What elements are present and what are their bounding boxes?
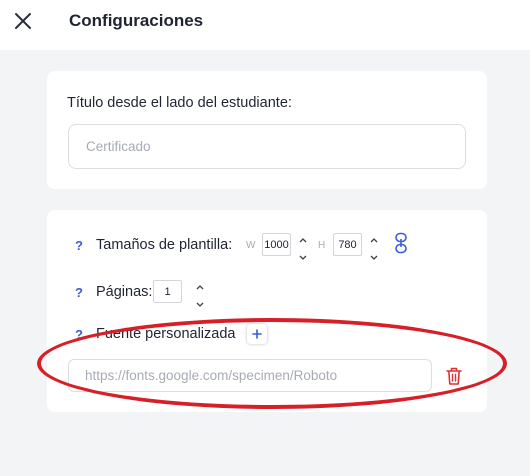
width-stepper[interactable] bbox=[297, 232, 309, 260]
link-icon[interactable] bbox=[393, 232, 409, 254]
width-input[interactable]: 1000 bbox=[262, 233, 291, 256]
height-input[interactable]: 780 bbox=[333, 233, 362, 256]
help-icon-font[interactable]: ? bbox=[75, 327, 83, 342]
page-title: Configuraciones bbox=[69, 11, 204, 30]
font-url-input[interactable] bbox=[68, 359, 432, 392]
chevron-down-icon[interactable] bbox=[194, 300, 206, 309]
close-icon bbox=[15, 13, 31, 29]
header: Configuraciones bbox=[0, 0, 530, 50]
height-stepper[interactable] bbox=[368, 232, 380, 260]
trash-icon[interactable] bbox=[445, 366, 463, 386]
student-title-card: Título desde el lado del estudiante: bbox=[47, 71, 487, 189]
help-icon-pages[interactable]: ? bbox=[75, 285, 83, 300]
chevron-up-icon[interactable] bbox=[368, 236, 380, 245]
template-sizes-label: Tamaños de plantilla: bbox=[96, 237, 233, 253]
plus-icon bbox=[252, 329, 262, 339]
student-title-input[interactable] bbox=[68, 124, 466, 169]
height-letter: H bbox=[318, 240, 326, 251]
pages-input[interactable]: 1 bbox=[153, 280, 182, 303]
chevron-up-icon[interactable] bbox=[297, 236, 309, 245]
pages-label: Páginas: bbox=[96, 284, 153, 300]
add-font-button[interactable] bbox=[247, 324, 267, 344]
chevron-down-icon[interactable] bbox=[368, 253, 380, 262]
pages-stepper[interactable] bbox=[194, 279, 206, 307]
template-settings-card: ? Tamaños de plantilla: W 1000 H 780 ? P… bbox=[47, 210, 487, 412]
close-button[interactable] bbox=[12, 10, 34, 32]
width-letter: W bbox=[246, 240, 256, 251]
help-icon-sizes[interactable]: ? bbox=[75, 238, 83, 253]
chevron-up-icon[interactable] bbox=[194, 283, 206, 292]
chevron-down-icon[interactable] bbox=[297, 253, 309, 262]
student-title-label: Título desde el lado del estudiante: bbox=[67, 95, 292, 111]
custom-font-label: Fuente personalizada bbox=[96, 326, 236, 342]
